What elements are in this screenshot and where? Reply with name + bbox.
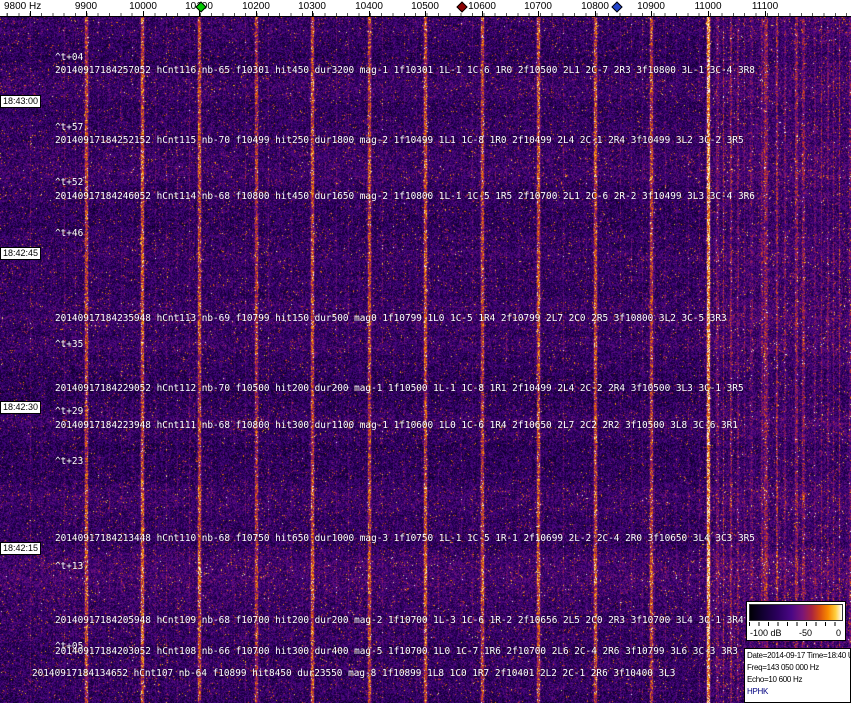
axis-major-tick — [86, 11, 87, 16]
spectrogram-canvas[interactable] — [0, 17, 851, 703]
time-label: 18:42:15 — [0, 542, 42, 555]
time-label: 18:43:00 — [0, 95, 42, 108]
axis-major-tick — [30, 11, 31, 16]
info-lines: Date=2014-09-17 Time=18:40 UTC Freq=143 0… — [747, 650, 850, 686]
legend-tick-marks — [749, 622, 843, 626]
axis-major-tick — [538, 11, 539, 16]
info-line: Echo=10 600 Hz — [747, 675, 803, 684]
info-line: Date=2014-09-17 Time=18:40 UTC — [747, 651, 850, 660]
axis-major-tick — [708, 11, 709, 16]
colormap-gradient-bar — [749, 604, 843, 621]
frequency-axis: 9800 Hz990010000101001020010300104001050… — [0, 0, 851, 17]
axis-major-tick — [595, 11, 596, 16]
legend-label-min: -100 dB — [750, 628, 782, 638]
axis-major-tick — [765, 11, 766, 16]
status-info-box: Date=2014-09-17 Time=18:40 UTC Freq=143 0… — [744, 648, 851, 703]
time-label: 18:42:45 — [0, 247, 42, 260]
marker-blue-diamond[interactable] — [611, 1, 623, 13]
legend-label-max: 0 — [835, 628, 841, 638]
freq-label: 9800 Hz — [4, 1, 42, 12]
info-line: Freq=143 050 000 Hz — [747, 663, 819, 672]
axis-major-tick — [312, 11, 313, 16]
time-label: 18:42:30 — [0, 401, 42, 414]
db-scale-legend: -100 dB -50 0 — [746, 601, 846, 641]
spectrogram-window: 9800 Hz990010000101001020010300104001050… — [0, 0, 851, 703]
axis-major-tick — [425, 11, 426, 16]
axis-major-tick — [256, 11, 257, 16]
axis-major-tick — [651, 11, 652, 16]
axis-major-tick — [369, 11, 370, 16]
axis-major-tick — [482, 11, 483, 16]
marker-red-diamond[interactable] — [456, 1, 468, 13]
station-code: HPHK — [747, 687, 769, 696]
legend-label-mid: -50 — [799, 628, 813, 638]
axis-major-tick — [143, 11, 144, 16]
